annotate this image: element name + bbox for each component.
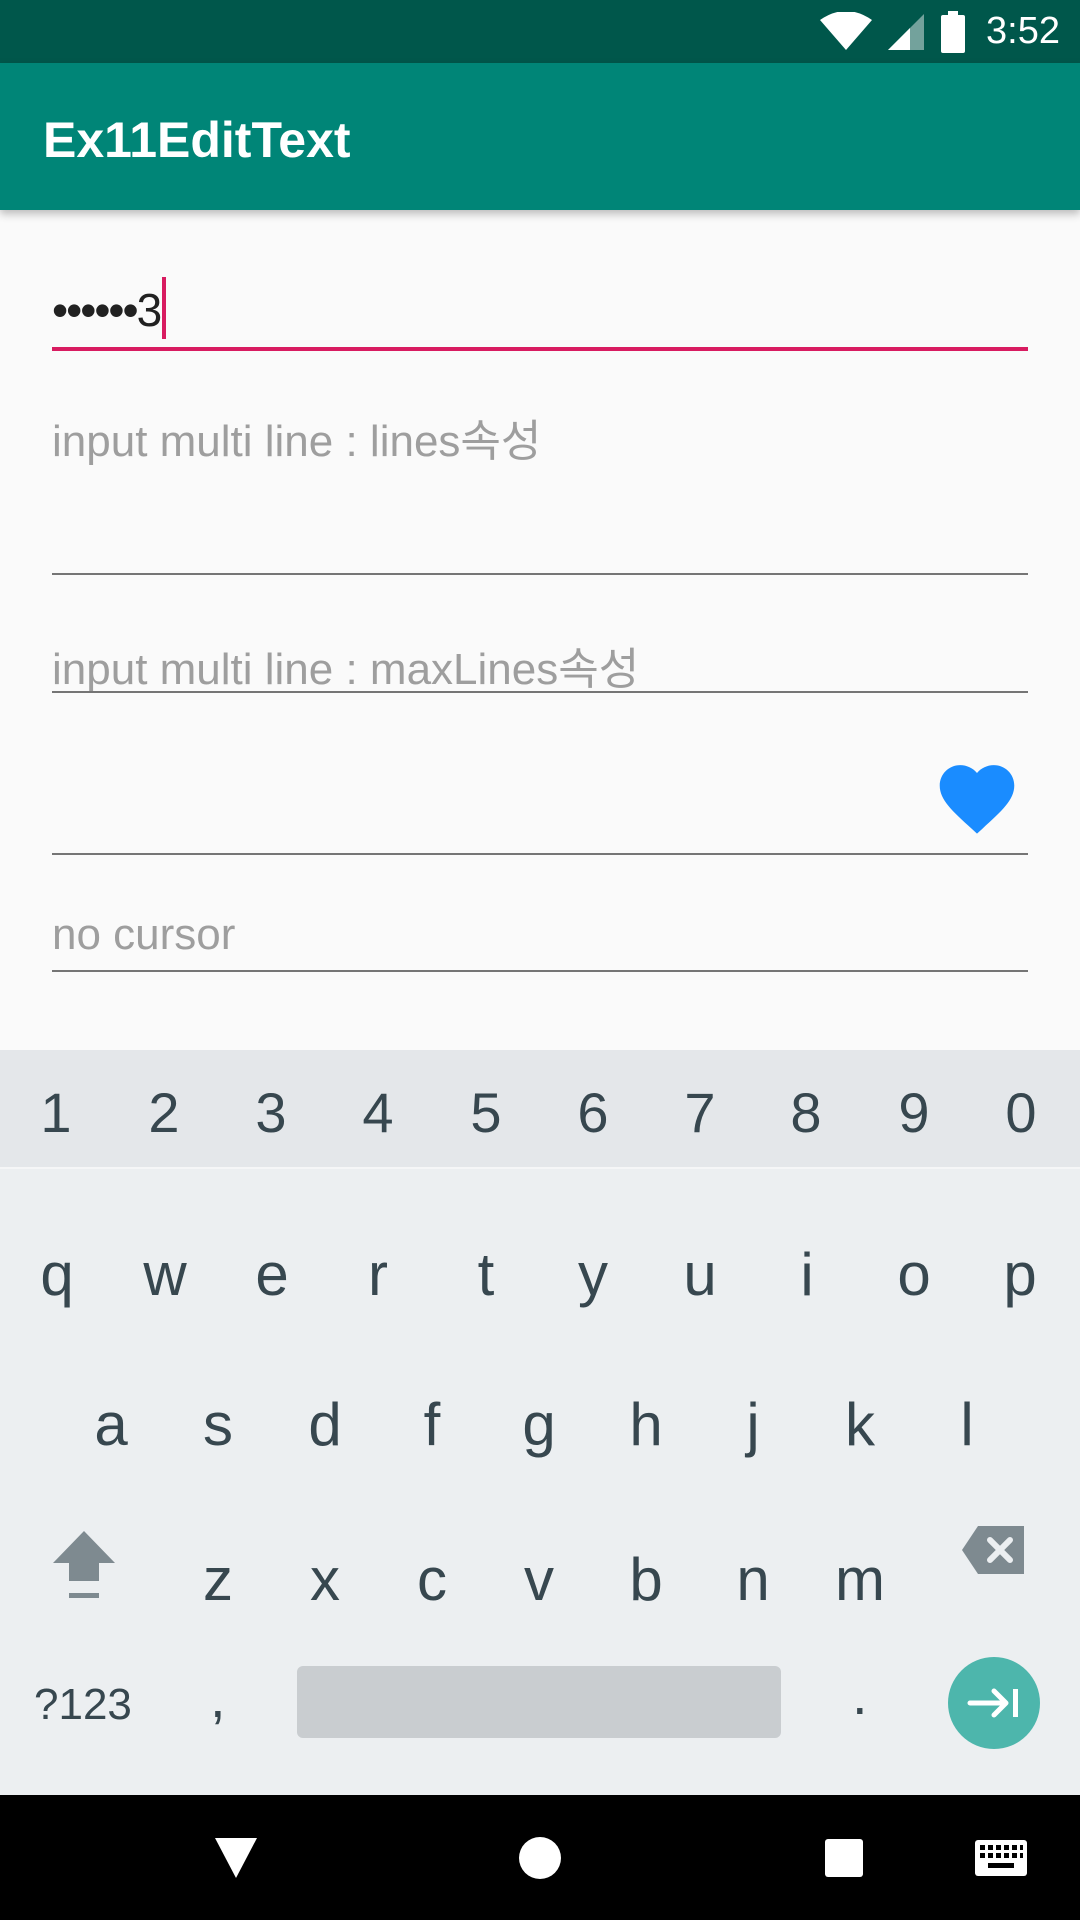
key-3[interactable]: 3 [241, 1080, 301, 1145]
period-key[interactable]: . [852, 1662, 868, 1727]
recents-button[interactable] [784, 1795, 904, 1920]
key-z[interactable]: z [178, 1545, 258, 1614]
app-title: Ex11EditText [43, 112, 351, 168]
keyboard-icon [975, 1839, 1027, 1876]
status-bar: 3:52 [0, 0, 1080, 63]
wifi-icon [820, 11, 873, 50]
key-u[interactable]: u [660, 1240, 740, 1309]
key-h[interactable]: h [606, 1390, 686, 1459]
password-value: ••••••3 [52, 284, 162, 336]
back-triangle-icon [215, 1837, 257, 1878]
lines-field[interactable]: input multi line : lines속성 [52, 395, 1028, 577]
key-s[interactable]: s [178, 1390, 258, 1459]
lines-field-hint: input multi line : lines속성 [52, 417, 542, 466]
heart-field[interactable] [52, 740, 1028, 855]
symbols-key[interactable]: ?123 [34, 1680, 132, 1730]
navigation-bar [0, 1795, 1080, 1920]
key-t[interactable]: t [446, 1240, 526, 1309]
key-v[interactable]: v [499, 1545, 579, 1614]
status-time: 3:52 [986, 10, 1060, 52]
key-7[interactable]: 7 [670, 1080, 730, 1145]
signal-icon [888, 13, 925, 50]
space-key[interactable] [297, 1666, 781, 1738]
key-n[interactable]: n [713, 1545, 793, 1614]
key-o[interactable]: o [874, 1240, 954, 1309]
back-button[interactable] [176, 1795, 296, 1920]
key-c[interactable]: c [392, 1545, 472, 1614]
backspace-icon [962, 1526, 1024, 1574]
shift-icon [53, 1531, 115, 1598]
key-j[interactable]: j [713, 1390, 793, 1459]
key-1[interactable]: 1 [26, 1080, 86, 1145]
key-4[interactable]: 4 [348, 1080, 408, 1145]
key-9[interactable]: 9 [884, 1080, 944, 1145]
key-k[interactable]: k [820, 1390, 900, 1459]
home-circle-icon [519, 1836, 561, 1879]
recents-square-icon [825, 1838, 863, 1877]
backspace-key[interactable] [956, 1522, 1032, 1602]
key-w[interactable]: w [125, 1240, 205, 1309]
key-2[interactable]: 2 [134, 1080, 194, 1145]
password-field[interactable]: ••••••3 [52, 265, 1028, 355]
key-6[interactable]: 6 [563, 1080, 623, 1145]
no-cursor-field[interactable]: no cursor [52, 902, 1028, 974]
maxlines-field-underline [52, 691, 1028, 693]
no-cursor-field-hint: no cursor [52, 910, 236, 959]
key-8[interactable]: 8 [776, 1080, 836, 1145]
key-b[interactable]: b [606, 1545, 686, 1614]
soft-keyboard: 1 2 3 4 5 6 7 8 9 0 q w e r t y u i o p … [0, 1050, 1080, 1795]
key-i[interactable]: i [767, 1240, 847, 1309]
key-f[interactable]: f [392, 1390, 472, 1459]
key-d[interactable]: d [285, 1390, 365, 1459]
next-key[interactable] [948, 1657, 1040, 1749]
key-0[interactable]: 0 [991, 1080, 1051, 1145]
lines-field-underline [52, 573, 1028, 575]
battery-icon [941, 10, 966, 53]
shift-key[interactable] [44, 1525, 124, 1625]
text-cursor [162, 277, 167, 340]
comma-key[interactable]: , [210, 1665, 226, 1730]
maxlines-field[interactable]: input multi line : maxLines속성 [52, 625, 1028, 695]
key-5[interactable]: 5 [456, 1080, 516, 1145]
status-icons: 3:52 [820, 0, 1060, 63]
key-g[interactable]: g [499, 1390, 579, 1459]
maxlines-field-hint: input multi line : maxLines속성 [52, 645, 640, 694]
heart-field-underline [52, 853, 1028, 855]
key-x[interactable]: x [285, 1545, 365, 1614]
tab-arrow-icon [967, 1688, 1018, 1718]
number-row: 1 2 3 4 5 6 7 8 9 0 [0, 1050, 1080, 1169]
app-bar: Ex11EditText [0, 63, 1080, 210]
key-e[interactable]: e [232, 1240, 312, 1309]
no-cursor-field-underline [52, 970, 1028, 972]
key-q[interactable]: q [17, 1240, 97, 1309]
key-y[interactable]: y [553, 1240, 633, 1309]
heart-icon [939, 765, 1015, 834]
home-button[interactable] [480, 1795, 600, 1920]
password-underline [52, 347, 1028, 351]
keyboard-switch-button[interactable] [941, 1795, 1061, 1920]
key-r[interactable]: r [338, 1240, 418, 1309]
key-m[interactable]: m [820, 1545, 900, 1614]
key-p[interactable]: p [980, 1240, 1060, 1309]
key-l[interactable]: l [927, 1390, 1007, 1459]
key-a[interactable]: a [71, 1390, 151, 1459]
